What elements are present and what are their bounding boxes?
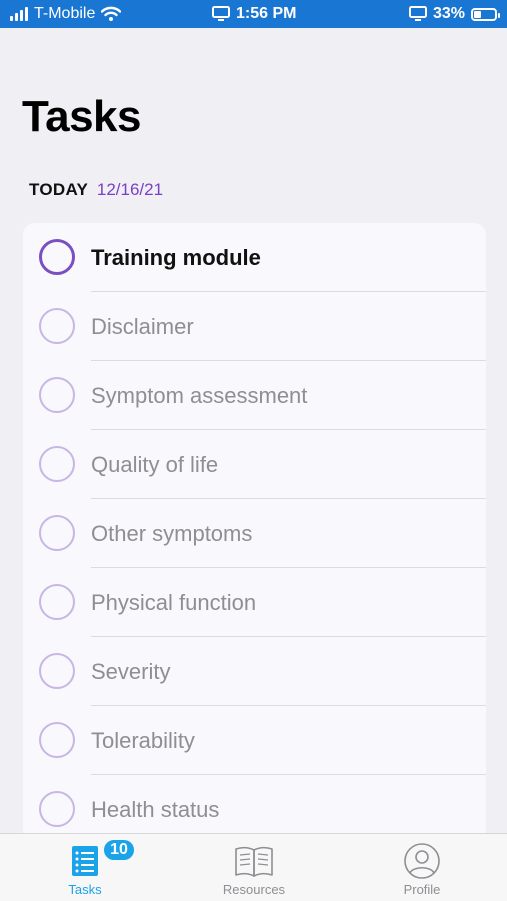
- task-row[interactable]: Physical function: [23, 568, 486, 637]
- task-status-circle-icon[interactable]: [39, 791, 75, 827]
- status-bar-center: 1:56 PM: [212, 0, 296, 28]
- task-label: Disclaimer: [91, 313, 194, 339]
- tab-profile[interactable]: Profile: [352, 834, 492, 901]
- date-row: TODAY 12/16/21: [29, 180, 163, 200]
- cellular-signal-icon: [10, 7, 28, 21]
- task-row[interactable]: Quality of life: [23, 430, 486, 499]
- tasks-count-badge: 10: [102, 838, 136, 862]
- task-list-icon: [72, 846, 98, 876]
- today-label: TODAY: [29, 180, 89, 199]
- task-status-circle-icon[interactable]: [39, 722, 75, 758]
- task-label: Quality of life: [91, 451, 219, 477]
- screen-mirroring-icon: [212, 6, 230, 21]
- status-bar-left: T-Mobile: [10, 0, 122, 28]
- page-title: Tasks: [22, 92, 142, 141]
- task-status-circle-icon[interactable]: [39, 515, 75, 551]
- screen-mirroring-icon: [408, 6, 427, 21]
- task-status-circle-icon[interactable]: [39, 584, 75, 620]
- task-label: Training module: [91, 244, 261, 270]
- task-row[interactable]: Tolerability: [23, 706, 486, 775]
- task-row[interactable]: Other symptoms: [23, 499, 486, 568]
- task-status-circle-icon[interactable]: [39, 653, 75, 689]
- task-label: Physical function: [91, 589, 257, 615]
- task-status-circle-icon[interactable]: [39, 377, 75, 413]
- tab-bar: Tasks 10 Resources Profile: [0, 833, 507, 901]
- task-status-circle-icon[interactable]: [39, 239, 75, 275]
- task-label: Other symptoms: [91, 520, 253, 546]
- task-list: Training module Disclaimer Symptom asses…: [23, 223, 486, 843]
- carrier-name: T-Mobile: [34, 5, 96, 22]
- task-row[interactable]: Training module: [23, 223, 486, 292]
- task-label: Symptom assessment: [91, 382, 308, 408]
- battery-percentage: 33%: [432, 5, 465, 22]
- status-bar-right: 33%: [408, 0, 500, 28]
- task-status-circle-icon[interactable]: [39, 308, 75, 344]
- battery-icon: [471, 7, 500, 21]
- date-value: 12/16/21: [96, 180, 164, 199]
- tab-resources[interactable]: Resources: [184, 834, 324, 901]
- task-row[interactable]: Severity: [23, 637, 486, 706]
- task-row[interactable]: Disclaimer: [23, 292, 486, 361]
- profile-icon: [404, 843, 440, 879]
- tab-resources-label: Resources: [222, 882, 286, 897]
- tab-profile-label: Profile: [403, 882, 441, 897]
- wifi-icon: [101, 6, 122, 21]
- status-bar: T-Mobile 1:56 PM 33%: [0, 0, 507, 28]
- clock: 1:56 PM: [236, 5, 297, 22]
- task-label: Tolerability: [91, 727, 195, 753]
- tab-tasks-label: Tasks: [68, 882, 102, 897]
- task-status-circle-icon[interactable]: [39, 446, 75, 482]
- task-label: Severity: [91, 658, 171, 684]
- book-icon: [235, 846, 273, 877]
- task-row[interactable]: Symptom assessment: [23, 361, 486, 430]
